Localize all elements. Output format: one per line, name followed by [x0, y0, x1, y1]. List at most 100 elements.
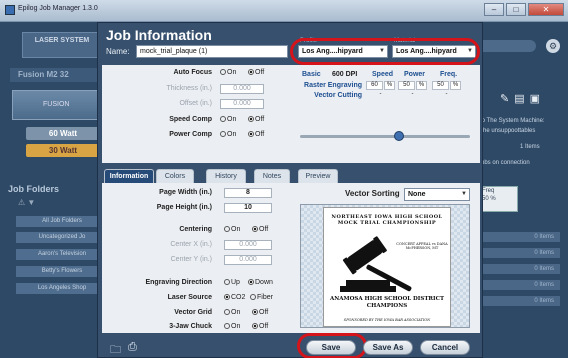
right-text-1: Fo The System Machine: [478, 118, 545, 124]
jaw-chuck-off-radio[interactable]: Off [252, 323, 268, 330]
tab-information[interactable]: Information [104, 169, 154, 183]
name-input[interactable]: mock_trial_plaque (1) [136, 45, 288, 58]
job-folders-title: Job Folders [8, 184, 60, 194]
vector-power-value: - [411, 91, 414, 97]
right-row: 0 Items [470, 264, 560, 274]
centering-on-radio[interactable]: On [224, 226, 240, 233]
search-bar[interactable] [474, 40, 536, 52]
window-controls: – □ ✕ [484, 3, 564, 16]
name-label: Name: [106, 47, 130, 56]
process-slider-track[interactable] [300, 135, 470, 138]
center-y-label: Center Y (in.) [170, 256, 212, 263]
vector-sorting-value: None [408, 191, 426, 198]
items-count: 1 Items [520, 144, 540, 150]
vector-freq-value: - [445, 91, 448, 97]
right-mini-table: Freq 50 % [478, 186, 518, 212]
raster-freq-unit: % [450, 81, 461, 90]
offset-input[interactable]: 0.000 [220, 99, 264, 109]
app-icon [5, 5, 15, 15]
jaw-chuck-label: 3-Jaw Chuck [169, 323, 212, 330]
auto-focus-off-radio[interactable]: Off [248, 69, 264, 76]
freq-header: Freq. [440, 71, 458, 78]
tab-history[interactable]: History [206, 169, 246, 183]
power-comp-on-radio[interactable]: On [220, 131, 236, 138]
page-width-input[interactable]: 8 [224, 188, 272, 198]
vector-grid-on-radio[interactable]: On [224, 309, 240, 316]
center-x-label: Center X (in.) [170, 241, 212, 248]
center-x-input[interactable]: 0.000 [224, 240, 272, 250]
raster-freq-input[interactable]: 50 [432, 81, 449, 90]
speed-comp-off-radio[interactable]: Off [248, 116, 264, 123]
highlight-oval [290, 38, 480, 65]
raster-power-unit: % [416, 81, 427, 90]
watt-30-button[interactable]: 30 Watt [26, 144, 100, 157]
folder-item[interactable]: Betty's Flowers [16, 266, 108, 277]
offset-label: Offset (in.) [179, 100, 212, 107]
close-button[interactable]: ✕ [528, 3, 564, 16]
right-text-2: b he unsuppoottables [478, 128, 536, 134]
speed-header: Speed [372, 71, 394, 78]
engraving-direction-label: Engraving Direction [145, 279, 212, 286]
page-width-label: Page Width (in.) [159, 189, 212, 196]
folder-item[interactable]: Aaron's Television [16, 249, 108, 260]
preview-case-text: CONCERT APPEAL vs DANA McPHERSON, MT [396, 242, 448, 250]
centering-label: Centering [179, 226, 212, 233]
folder-item[interactable]: All Job Folders [16, 216, 108, 227]
center-y-input[interactable]: 0.000 [224, 255, 272, 265]
print-icon[interactable]: ⎙ [128, 341, 137, 354]
preview-heading: NORTHEAST IOWA HIGH SCHOOL MOCK TRIAL CH… [331, 214, 443, 226]
save-as-button[interactable]: Save As [363, 340, 413, 355]
raster-power-input[interactable]: 50 [398, 81, 415, 90]
title-bar: Epilog Job Manager 1.3.0 – □ ✕ [0, 0, 568, 22]
right-row: 0 Items [470, 232, 560, 242]
power-comp-off-radio[interactable]: Off [248, 131, 264, 138]
right-row: 0 Items [470, 248, 560, 258]
auto-focus-on-radio[interactable]: On [220, 69, 236, 76]
tab-bar: Information Colors History Notes Preview [102, 169, 480, 183]
right-row: 0 Items [470, 296, 560, 306]
laser-image: FUSION [12, 90, 106, 120]
folder-icon[interactable]: 🗀 [110, 341, 121, 358]
dpi-label: 600 DPI [332, 71, 358, 78]
job-preview: NORTHEAST IOWA HIGH SCHOOL MOCK TRIAL CH… [300, 204, 470, 328]
centering-off-radio[interactable]: Off [252, 226, 268, 233]
tab-colors[interactable]: Colors [156, 169, 194, 183]
basic-label: Basic [302, 71, 321, 78]
cancel-button[interactable]: Cancel [420, 340, 470, 355]
tab-notes[interactable]: Notes [254, 169, 290, 183]
raster-speed-input[interactable]: 60 [366, 81, 383, 90]
direction-down-radio[interactable]: Down [248, 279, 273, 286]
source-fiber-radio[interactable]: Fiber [250, 294, 273, 301]
minimize-button[interactable]: – [484, 3, 504, 16]
save-highlight-oval [297, 333, 367, 358]
job-information-dialog: Job Information Name: mock_trial_plaque … [97, 22, 483, 358]
mini-table-unit: % [490, 196, 496, 202]
jaw-chuck-on-radio[interactable]: On [224, 323, 240, 330]
watt-60-button[interactable]: 60 Watt [26, 127, 100, 140]
speed-comp-on-radio[interactable]: On [220, 116, 236, 123]
thickness-input[interactable]: 0.000 [220, 84, 264, 94]
process-slider-handle[interactable] [394, 131, 404, 141]
page-height-input[interactable]: 10 [224, 203, 272, 213]
folder-item[interactable]: Uncategorized Jo [16, 232, 108, 243]
toolbar-icons[interactable]: ✎▤▣ [500, 92, 545, 105]
auto-focus-label: Auto Focus [173, 69, 213, 76]
vector-sorting-select[interactable]: None ▼ [404, 188, 470, 201]
gear-icon[interactable]: ⚙ [546, 39, 560, 53]
folder-sort-icons[interactable]: ⚠ ▼ [18, 198, 35, 207]
tab-preview[interactable]: Preview [298, 169, 338, 183]
window-title: Epilog Job Manager 1.3.0 [18, 5, 98, 12]
maximize-button[interactable]: □ [506, 3, 526, 16]
preview-school: ANAMOSA HIGH SCHOOL DISTRICT CHAMPIONS [329, 296, 445, 309]
page-height-label: Page Height (in.) [156, 204, 212, 211]
vector-grid-off-radio[interactable]: Off [252, 309, 268, 316]
laser-system-button[interactable]: LASER SYSTEM [22, 32, 102, 58]
chevron-down-icon: ▼ [461, 191, 467, 197]
source-co2-radio[interactable]: CO2 [224, 294, 245, 301]
direction-up-radio[interactable]: Up [224, 279, 240, 286]
raster-speed-unit: % [384, 81, 395, 90]
machine-name: Fusion M2 32 [10, 68, 106, 82]
vector-sorting-label: Vector Sorting [345, 189, 400, 198]
information-panel: Page Width (in.) 8 Page Height (in.) 10 … [102, 183, 480, 333]
folder-item[interactable]: Los Angeles Shop [16, 283, 108, 294]
